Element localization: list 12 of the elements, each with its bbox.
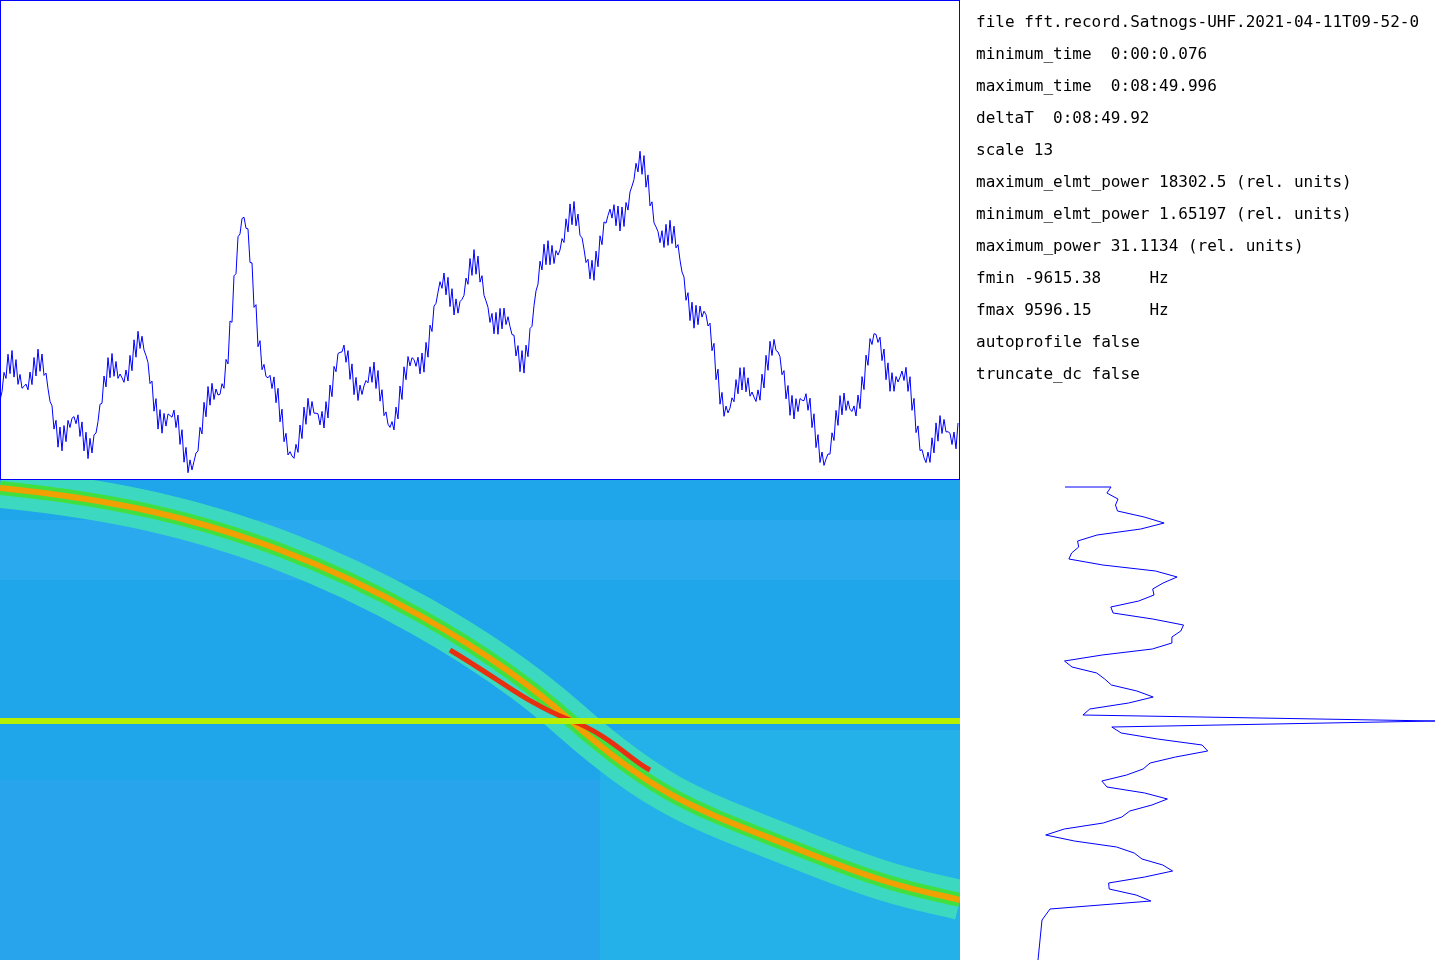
info-line: minimum_elmt_power 1.65197 (rel. units) bbox=[976, 204, 1353, 225]
info-line: autoprofile false bbox=[976, 332, 1141, 353]
info-line: truncate_dc false bbox=[976, 364, 1141, 385]
info-line: file fft.record.Satnogs-UHF.2021-04-11T09-52-0 bbox=[976, 12, 1421, 33]
info-line: maximum_elmt_power 18302.5 (rel. units) bbox=[976, 172, 1353, 193]
info-line: minimum_time 0:00:0.076 bbox=[976, 44, 1209, 65]
info-line: fmin -9615.38 Hz bbox=[976, 268, 1170, 289]
info-line: maximum_time 0:08:49.996 bbox=[976, 76, 1218, 97]
info-line: deltaT 0:08:49.92 bbox=[976, 108, 1151, 129]
info-line: fmax 9596.15 Hz bbox=[976, 300, 1170, 321]
info-line: maximum_power 31.1134 (rel. units) bbox=[976, 236, 1305, 257]
info-line: scale 13 bbox=[976, 140, 1055, 161]
